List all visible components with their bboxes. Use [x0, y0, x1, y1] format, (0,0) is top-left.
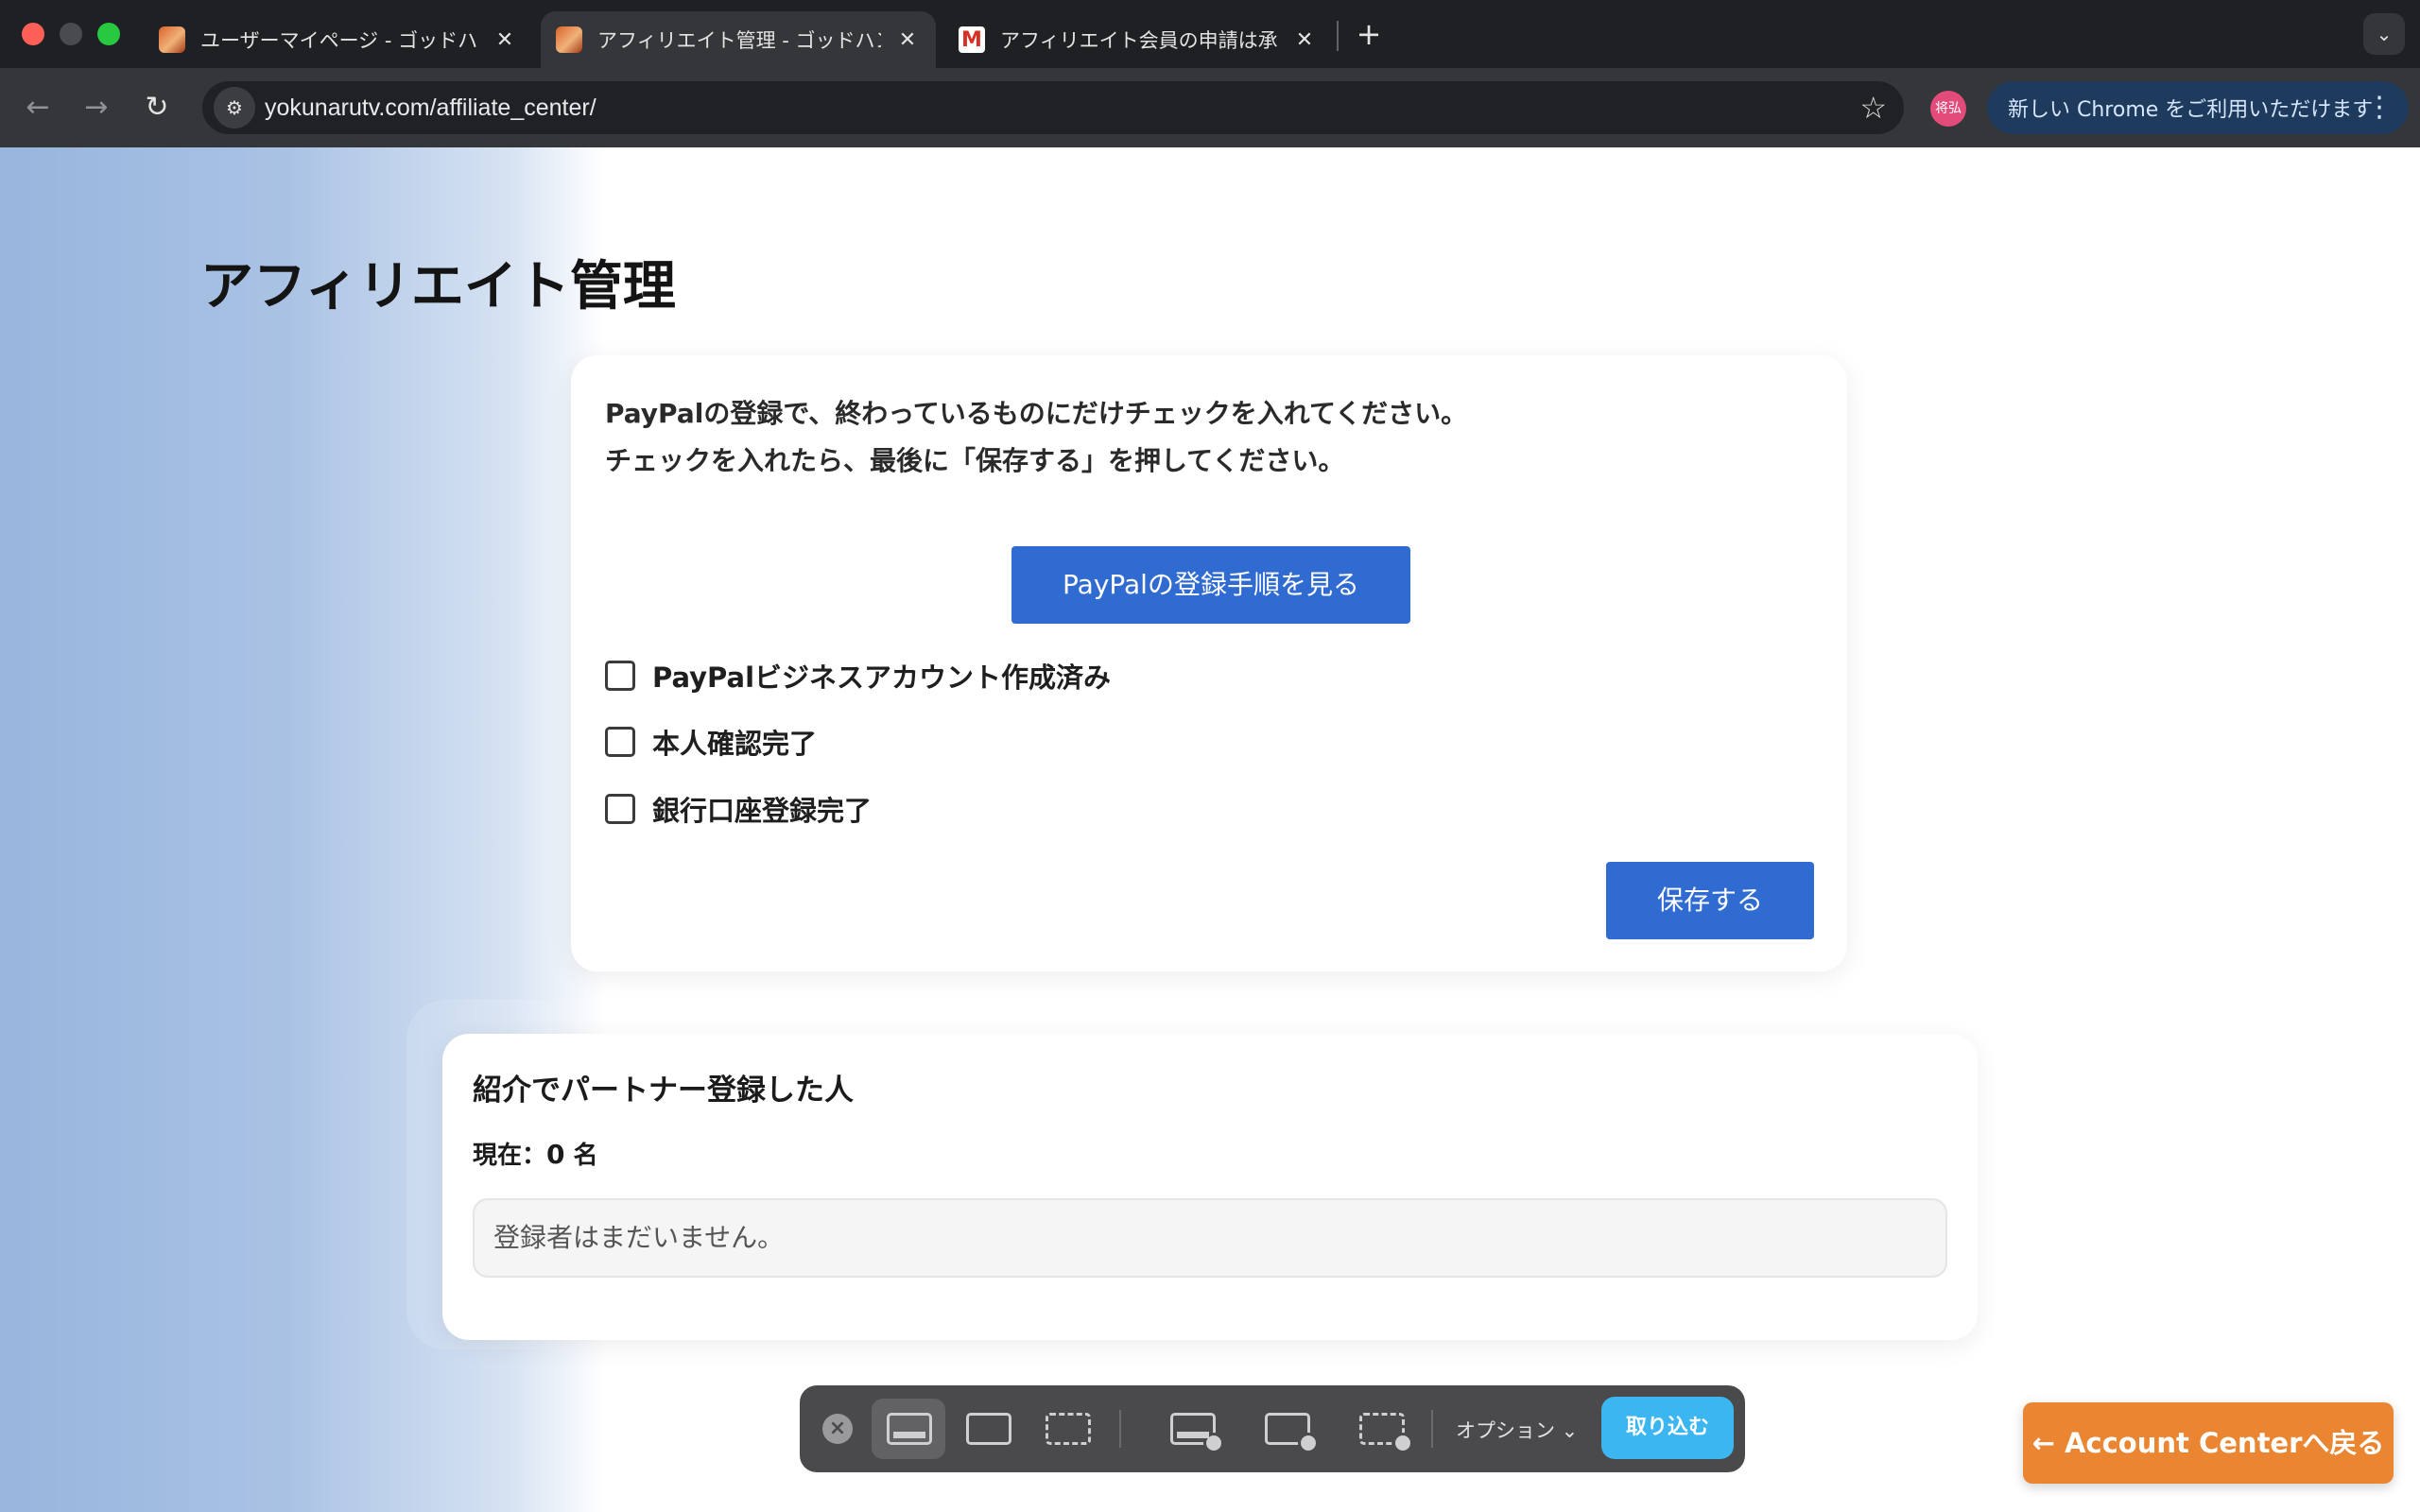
chrome-update-button[interactable]: 新しい Chrome をご利用いただけます ⋮ — [1987, 81, 2409, 134]
tab-user-mypage[interactable]: ユーザーマイページ - ゴッドハンド ✕ — [144, 11, 533, 68]
record-screen-icon — [1170, 1413, 1224, 1453]
site-info-icon[interactable]: ⚙ — [214, 87, 255, 129]
reload-icon: ↻ — [145, 91, 169, 124]
screen-icon — [887, 1413, 932, 1445]
tab-title: アフィリエイト管理 - ゴッドハンド — [597, 29, 881, 52]
record-entire-screen-button[interactable] — [1155, 1399, 1229, 1459]
capture-window-button[interactable] — [951, 1399, 1025, 1459]
tab-close-icon[interactable]: ✕ — [1291, 28, 1318, 52]
checklist-item-bank-account[interactable]: 銀行口座登録完了 — [605, 789, 872, 829]
page-title: アフィリエイト管理 — [200, 256, 676, 318]
checkbox-label[interactable]: 銀行口座登録完了 — [652, 789, 872, 829]
referral-count: 現在：0 名 — [473, 1136, 598, 1171]
tab-affiliate-management[interactable]: アフィリエイト管理 - ゴッドハンド ✕ — [541, 11, 936, 68]
record-selection-icon — [1359, 1413, 1413, 1453]
window-close-button[interactable] — [22, 23, 44, 45]
checkbox[interactable] — [605, 794, 635, 824]
divider — [1431, 1410, 1433, 1448]
checklist-item-business-account[interactable]: PayPalビジネスアカウント作成済み — [605, 656, 1111, 696]
star-icon[interactable]: ☆ — [1859, 89, 1887, 127]
site-favicon-icon — [159, 26, 185, 53]
more-vert-icon[interactable]: ⋮ — [2365, 89, 2394, 127]
tab-gmail[interactable]: M アフィリエイト会員の申請は承認 ✕ — [943, 11, 1333, 68]
site-favicon-icon — [556, 26, 582, 53]
checkbox-label[interactable]: 本人確認完了 — [652, 722, 817, 762]
back-to-account-center-button[interactable]: ← Account Centerへ戻る — [2023, 1402, 2394, 1484]
page-viewport: アフィリエイト管理 PayPalの登録で、終わっているものにだけチェックを入れて… — [0, 147, 2420, 1512]
forward-button[interactable]: → — [74, 85, 119, 130]
browser-toolbar: ← → ↻ ⚙ yokunarutv.com/affiliate_center/… — [0, 68, 2420, 147]
tab-title: アフィリエイト会員の申請は承認 — [1000, 29, 1278, 52]
tab-separator — [1337, 21, 1339, 51]
new-tab-button[interactable]: + — [1350, 15, 1388, 53]
window-zoom-button[interactable] — [97, 23, 120, 45]
referral-title: 紹介でパートナー登録した人 — [473, 1074, 854, 1108]
instruction-text: PayPalの登録で、終わっているものにだけチェックを入れてください。 — [605, 398, 1468, 429]
options-dropdown[interactable]: オプション ⌄ — [1456, 1416, 1578, 1444]
referral-empty-state: 登録者はまだいません。 — [473, 1198, 1947, 1278]
window-minimize-button[interactable] — [60, 23, 82, 45]
selection-icon — [1046, 1413, 1091, 1445]
referral-card: 紹介でパートナー登録した人 現在：0 名 登録者はまだいません。 — [442, 1034, 1978, 1340]
save-button[interactable]: 保存する — [1606, 862, 1814, 939]
paypal-guide-button[interactable]: PayPalの登録手順を見る — [1011, 546, 1410, 624]
update-label: 新しい Chrome をご利用いただけます — [2008, 98, 2374, 122]
count-value: 0 — [546, 1139, 565, 1170]
checklist-item-identity-verification[interactable]: 本人確認完了 — [605, 722, 817, 762]
gmail-icon: M — [959, 26, 985, 53]
browser-tab-strip: ユーザーマイページ - ゴッドハンド ✕ アフィリエイト管理 - ゴッドハンド … — [0, 0, 2420, 68]
tab-close-icon[interactable]: ✕ — [492, 28, 518, 52]
chevron-down-icon: ⌄ — [2376, 23, 2393, 45]
checkbox[interactable] — [605, 661, 635, 691]
record-window-button[interactable] — [1250, 1399, 1323, 1459]
screenshot-capture-toolbar: × オプション ⌄ 取り込む — [800, 1385, 1745, 1472]
window-icon — [966, 1413, 1011, 1445]
checkbox[interactable] — [605, 727, 635, 757]
capture-selection-button[interactable] — [1030, 1399, 1104, 1459]
checkbox-label[interactable]: PayPalビジネスアカウント作成済み — [652, 656, 1111, 696]
profile-avatar[interactable]: 将弘 — [1930, 91, 1966, 127]
capture-button[interactable]: 取り込む — [1601, 1397, 1734, 1459]
reload-button[interactable]: ↻ — [134, 85, 180, 130]
url-text[interactable]: yokunarutv.com/affiliate_center/ — [265, 94, 596, 122]
tab-search-button[interactable]: ⌄ — [2363, 13, 2405, 55]
arrow-left-icon: ← — [26, 91, 50, 124]
record-selection-button[interactable] — [1344, 1399, 1418, 1459]
tab-close-icon[interactable]: ✕ — [894, 28, 921, 52]
record-window-icon — [1265, 1413, 1319, 1453]
tab-title: ユーザーマイページ - ゴッドハンド — [200, 29, 478, 52]
paypal-checklist-card: PayPalの登録で、終わっているものにだけチェックを入れてください。 チェック… — [571, 355, 1847, 971]
divider — [1119, 1410, 1121, 1448]
close-icon[interactable]: × — [822, 1414, 853, 1444]
arrow-right-icon: → — [84, 91, 109, 124]
back-button[interactable]: ← — [15, 85, 60, 130]
address-bar[interactable]: ⚙ yokunarutv.com/affiliate_center/ ☆ — [202, 81, 1904, 134]
instruction-text: チェックを入れたら、最後に「保存する」を押してください。 — [605, 445, 1345, 476]
capture-entire-screen-button[interactable] — [872, 1399, 945, 1459]
count-suffix: 名 — [564, 1142, 598, 1170]
count-prefix: 現在： — [473, 1142, 547, 1170]
